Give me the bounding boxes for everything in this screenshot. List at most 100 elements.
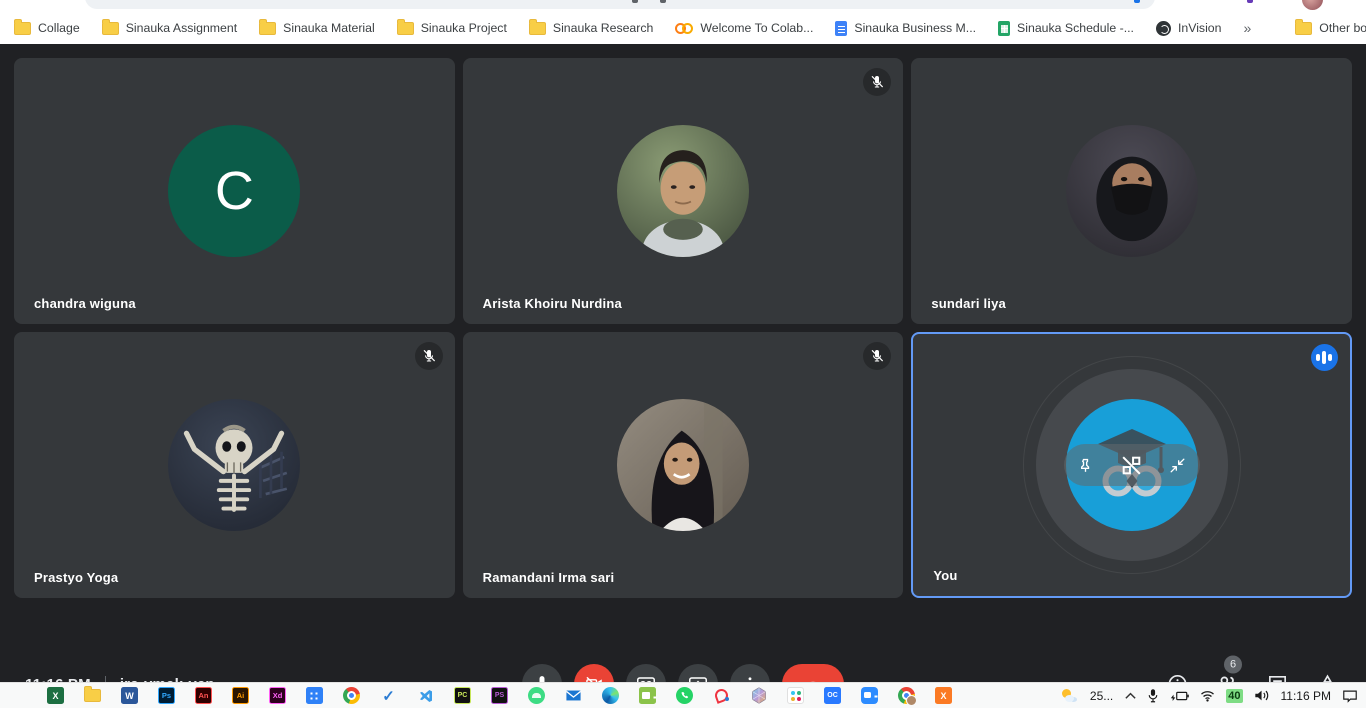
participant-name: chandra wiguna (34, 296, 136, 311)
bookmark-welcome-to-colab[interactable]: Welcome To Colab... (675, 21, 813, 35)
participant-name: sundari liya (931, 296, 1006, 311)
mic-muted-indicator (415, 342, 443, 370)
mic-off-icon (869, 74, 885, 90)
edge-icon[interactable] (602, 687, 619, 704)
minimize-tile-button[interactable] (1165, 452, 1191, 478)
bookmark-invision[interactable]: InVision (1156, 21, 1222, 36)
audio-level-indicator (1311, 344, 1338, 371)
weather-temp[interactable]: 25... (1090, 689, 1113, 703)
folder-icon (529, 22, 546, 35)
bookmark-label: Sinauka Schedule -... (1017, 21, 1134, 35)
ai-glyph: Ai (237, 691, 245, 700)
prism-app-icon[interactable] (750, 687, 767, 704)
bookmark-sinauka-schedule[interactable]: Sinauka Schedule -... (998, 21, 1134, 36)
avatar-photo (617, 399, 749, 531)
word-glyph: W (125, 691, 134, 701)
photoshop-icon[interactable]: Ps (158, 687, 175, 704)
mic-muted-indicator (863, 68, 891, 96)
taskbar-clock[interactable]: 11:16 PM (1281, 689, 1331, 703)
screen-recorder-icon[interactable] (639, 687, 656, 704)
illustrator-icon[interactable]: Ai (232, 687, 249, 704)
pin-tile-button[interactable] (1073, 452, 1099, 478)
mail-icon[interactable] (565, 687, 582, 704)
red-app-icon[interactable] (713, 687, 730, 704)
participant-count-badge: 6 (1224, 656, 1242, 674)
action-center-icon[interactable] (1342, 689, 1358, 703)
participant-name: Ramandani Irma sari (483, 570, 615, 585)
tray-mic-icon[interactable] (1148, 688, 1158, 703)
tray-chevron-icon[interactable] (1124, 691, 1137, 700)
chrome-icon[interactable] (343, 687, 360, 704)
participant-tile-arista[interactable]: Arista Khoiru Nurdina (463, 58, 904, 324)
avatar-photo (1066, 125, 1198, 257)
video-app-icon[interactable] (861, 687, 878, 704)
animate-icon[interactable]: An (195, 687, 212, 704)
bookmark-collage[interactable]: Collage (14, 21, 80, 35)
whatsapp-icon[interactable] (676, 687, 693, 704)
bookmark-label: Sinauka Project (421, 21, 507, 35)
participant-grid: C chandra wiguna (14, 58, 1352, 598)
omnibox-fragment (85, 0, 1155, 9)
ui-fragment (660, 0, 666, 3)
ui-fragment (632, 0, 638, 3)
slack-icon[interactable] (787, 687, 804, 704)
visual-studio-icon[interactable] (417, 687, 434, 704)
windows-taskbar: X W Ps An Ai Xd ✓ PC PS (0, 682, 1366, 708)
bookmark-label: Sinauka Business M... (854, 21, 976, 35)
folder-icon (102, 22, 119, 35)
bookmarks-overflow-chevron[interactable]: » (1243, 20, 1251, 36)
participant-tile-ramandani[interactable]: Ramandani Irma sari (463, 332, 904, 598)
folder-icon (397, 22, 414, 35)
calendar-app-icon[interactable] (306, 687, 323, 704)
participant-tile-you[interactable]: You (911, 332, 1352, 598)
start-button-icon[interactable] (10, 687, 27, 704)
tray-battery-icon[interactable] (1169, 690, 1189, 702)
remove-tile-button[interactable] (1119, 452, 1145, 478)
check-glyph: ✓ (382, 687, 395, 705)
participant-tile-sundari[interactable]: sundari liya (911, 58, 1352, 324)
participant-tile-chandra[interactable]: C chandra wiguna (14, 58, 455, 324)
mic-off-icon (869, 348, 885, 364)
bookmark-sinauka-research[interactable]: Sinauka Research (529, 21, 653, 35)
screen: Collage Sinauka Assignment Sinauka Mater… (0, 0, 1366, 708)
tray-volume-icon[interactable] (1254, 689, 1270, 702)
chrome-profile-icon[interactable] (898, 687, 915, 704)
todo-check-icon[interactable]: ✓ (380, 687, 397, 704)
ps-glyph: Ps (162, 691, 171, 700)
php-glyph: PS (495, 692, 504, 699)
bookmark-sinauka-assignment[interactable]: Sinauka Assignment (102, 21, 237, 35)
bookmark-sinauka-project[interactable]: Sinauka Project (397, 21, 507, 35)
excel-icon[interactable]: X (47, 687, 64, 704)
avatar (617, 125, 749, 257)
oc-glyph: OC (827, 692, 838, 699)
battery-percent-badge[interactable]: 40 (1226, 689, 1242, 703)
adobe-xd-icon[interactable]: Xd (269, 687, 286, 704)
file-explorer-icon[interactable] (84, 687, 101, 704)
browser-profile-avatar[interactable] (1302, 0, 1323, 10)
word-icon[interactable]: W (121, 687, 138, 704)
bookmark-sinauka-material[interactable]: Sinauka Material (259, 21, 375, 35)
bookmark-label: Sinauka Assignment (126, 21, 237, 35)
participant-name: Prastyo Yoga (34, 570, 118, 585)
mic-off-icon (421, 348, 437, 364)
pin-icon (1076, 456, 1095, 475)
ui-fragment (1134, 0, 1140, 3)
other-bookmarks[interactable]: Other bookmarks (1295, 21, 1366, 35)
avatar: C (168, 125, 300, 257)
profile-badge (906, 695, 917, 706)
phpstorm-icon[interactable]: PS (491, 687, 508, 704)
android-studio-icon[interactable] (528, 687, 545, 704)
phone-glyph (680, 691, 690, 701)
weather-icon[interactable] (1061, 688, 1079, 704)
ocam-icon[interactable]: OC (824, 687, 841, 704)
pc-glyph: PC (458, 692, 468, 699)
excel-glyph: X (52, 691, 58, 701)
pycharm-icon[interactable]: PC (454, 687, 471, 704)
participant-tile-prastyo[interactable]: Prastyo Yoga (14, 332, 455, 598)
tray-wifi-icon[interactable] (1200, 690, 1215, 702)
sheets-icon (998, 21, 1010, 36)
bookmark-sinauka-business[interactable]: Sinauka Business M... (835, 21, 976, 36)
participant-name: You (933, 568, 957, 583)
bookmark-label: Sinauka Research (553, 21, 653, 35)
xampp-icon[interactable]: X (935, 687, 952, 704)
